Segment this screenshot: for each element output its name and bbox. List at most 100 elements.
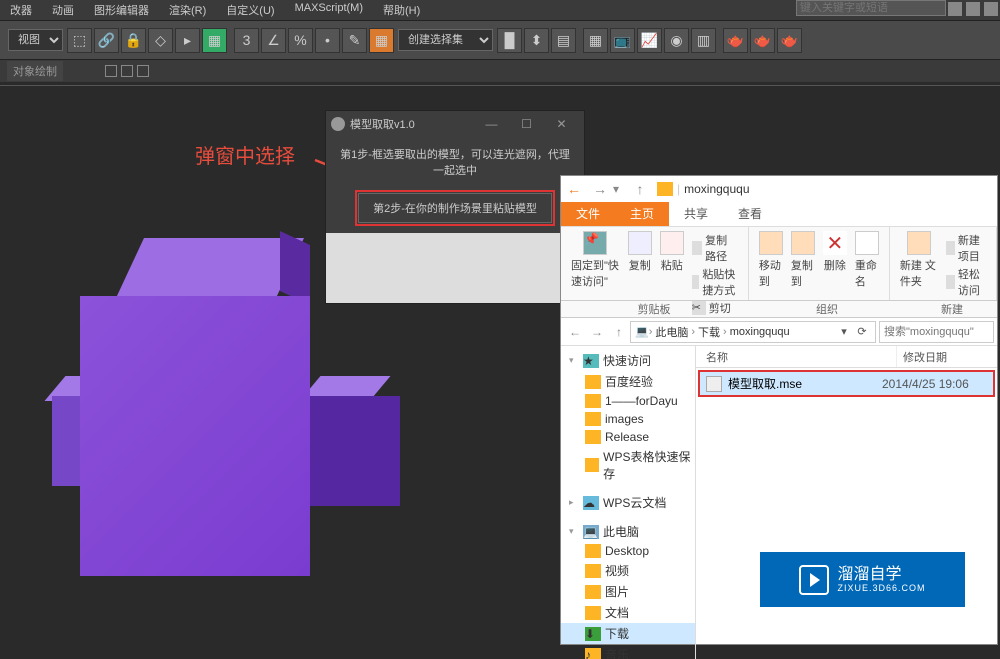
tab-share[interactable]: 共享 (669, 202, 723, 226)
up-button[interactable]: ↑ (627, 176, 653, 202)
selection-set-dropdown[interactable]: 创建选择集 (398, 29, 493, 51)
help-icon[interactable] (966, 2, 980, 16)
new-item-button[interactable]: 新建项目 (946, 231, 986, 265)
display-icon[interactable]: 📺 (610, 28, 635, 53)
explorer-nav-pane[interactable]: ▾★快速访问 百度经验 1——forDayu images Release WP… (561, 346, 696, 659)
tab-view[interactable]: 查看 (723, 202, 777, 226)
file-row[interactable]: 模型取取.mse 2014/4/25 19:06 (698, 370, 995, 397)
tool-orange-icon[interactable]: ▦ (369, 28, 394, 53)
addr-dropdown[interactable]: ▾ (835, 325, 853, 338)
tool-flag-icon[interactable]: ▸ (175, 28, 200, 53)
easy-access-button[interactable]: 轻松访问 (946, 265, 986, 299)
history-dropdown[interactable]: ▾ (613, 182, 627, 196)
sec-box3[interactable] (137, 65, 149, 77)
file-name: 模型取取.mse (728, 375, 882, 392)
layers-icon[interactable]: ▦ (583, 28, 608, 53)
delete-button[interactable]: ✕删除 (819, 229, 851, 275)
tab-file[interactable]: 文件 (561, 202, 615, 226)
addr-up[interactable]: ↑ (608, 321, 630, 343)
pc-icon: 💻 (635, 325, 649, 338)
nav-downloads[interactable]: ⬇下载 (561, 623, 695, 644)
snap-3-icon[interactable]: 3 (234, 28, 259, 53)
teapot3-icon[interactable]: 🫖 (777, 28, 802, 53)
crumb-folder[interactable]: moxingququ (727, 326, 793, 338)
addr-refresh[interactable]: ⟳ (853, 325, 871, 338)
col-date[interactable]: 修改日期 (897, 346, 997, 367)
nav-desktop[interactable]: Desktop (561, 542, 695, 560)
rename-button[interactable]: 重命名 (851, 229, 883, 291)
menu-render[interactable]: 渲染(R) (159, 0, 216, 20)
column-headers[interactable]: 名称 修改日期 (696, 346, 997, 368)
nav-documents[interactable]: 文档 (561, 602, 695, 623)
view-dropdown[interactable]: 视图 (8, 29, 63, 51)
copy-path-button[interactable]: 复制路径 (692, 231, 738, 265)
tool-link-icon[interactable]: 🔗 (94, 28, 119, 53)
tool-lock-icon[interactable]: 🔒 (121, 28, 146, 53)
copyto-button[interactable]: 复制到 (787, 229, 819, 291)
close-button[interactable]: ✕ (544, 117, 579, 131)
paste-shortcut-button[interactable]: 粘贴快捷方式 (692, 265, 738, 299)
teapot2-icon[interactable]: 🫖 (750, 28, 775, 53)
tool-axis-icon[interactable]: ◇ (148, 28, 173, 53)
mirror-h-icon[interactable]: ▐▌ (497, 28, 522, 53)
nav-videos[interactable]: 视频 (561, 560, 695, 581)
nav-folder-3[interactable]: images (561, 410, 695, 428)
crumb-thispc[interactable]: 此电脑 (652, 324, 691, 340)
titlebar-folder-icon (657, 182, 673, 196)
plugin-dialog: 模型取取v1.0 — ☐ ✕ 第1步-框选要取出的模型，可以连光遮网，代理一起选… (325, 110, 585, 304)
crumb-downloads[interactable]: 下载 (695, 324, 723, 340)
new-folder-button[interactable]: 新建 文件夹 (896, 229, 942, 291)
nav-cloud[interactable]: ▸☁WPS云文档 (561, 492, 695, 513)
menu-modifier[interactable]: 改器 (0, 0, 42, 20)
dialog-titlebar[interactable]: 模型取取v1.0 — ☐ ✕ (326, 111, 584, 136)
nav-thispc[interactable]: ▾💻此电脑 (561, 521, 695, 542)
explorer-titlebar[interactable]: ← → ▾ ↑ | moxingququ (561, 176, 997, 202)
material-icon[interactable]: ◉ (664, 28, 689, 53)
moveto-button[interactable]: 移动到 (755, 229, 787, 291)
tool-edit-icon[interactable]: ✎ (342, 28, 367, 53)
tool-frame-icon[interactable]: ⬚ (67, 28, 92, 53)
teapot-icon[interactable]: 🫖 (723, 28, 748, 53)
render-setup-icon[interactable]: ▥ (691, 28, 716, 53)
menu-grapheditor[interactable]: 图形编辑器 (84, 0, 159, 20)
addr-fwd[interactable]: → (586, 321, 608, 343)
menu-custom[interactable]: 自定义(U) (216, 0, 284, 20)
tool-select-icon[interactable]: ▦ (202, 28, 227, 53)
search-icon[interactable] (948, 2, 962, 16)
forward-button[interactable]: → (587, 176, 613, 202)
watermark-text: 溜溜自学 (837, 566, 925, 584)
menu-animation[interactable]: 动画 (42, 0, 84, 20)
account-icon[interactable] (984, 2, 998, 16)
menu-help[interactable]: 帮助(H) (373, 0, 430, 20)
nav-folder-1[interactable]: 百度经验 (561, 371, 695, 392)
addr-back[interactable]: ← (564, 321, 586, 343)
step2-button[interactable]: 第2步-在你的制作场景里粘贴模型 (358, 193, 552, 223)
search-input[interactable] (796, 0, 946, 16)
nav-pictures[interactable]: 图片 (561, 581, 695, 602)
snap-angle-icon[interactable]: ∠ (261, 28, 286, 53)
col-name[interactable]: 名称 (696, 346, 897, 367)
snap-node-icon[interactable]: • (315, 28, 340, 53)
align-icon[interactable]: ▤ (551, 28, 576, 53)
address-bar[interactable]: 💻 › 此电脑 › 下载 › moxingququ ▾ ⟳ (630, 321, 876, 343)
tab-home[interactable]: 主页 (615, 202, 669, 226)
explorer-search-input[interactable] (879, 321, 994, 343)
minimize-button[interactable]: — (474, 117, 509, 131)
menu-maxscript[interactable]: MAXScript(M) (285, 0, 373, 20)
nav-folder-2[interactable]: 1——forDayu (561, 392, 695, 410)
graph-icon[interactable]: 📈 (637, 28, 662, 53)
sec-box2[interactable] (121, 65, 133, 77)
ribbon-clipboard-group: 📌固定到"快 速访问" 复制 粘贴 复制路径 粘贴快捷方式 ✂剪切 (561, 227, 749, 300)
maximize-button[interactable]: ☐ (509, 117, 544, 131)
explorer-file-list[interactable]: 名称 修改日期 模型取取.mse 2014/4/25 19:06 (696, 346, 997, 659)
snap-percent-icon[interactable]: % (288, 28, 313, 53)
back-button[interactable]: ← (561, 176, 587, 202)
mirror-v-icon[interactable]: ⬍ (524, 28, 549, 53)
nav-music[interactable]: ♪音乐 (561, 644, 695, 659)
nav-quick-access[interactable]: ▾★快速访问 (561, 350, 695, 371)
nav-folder-4[interactable]: Release (561, 428, 695, 446)
mode-object-paint[interactable]: 对象绘制 (7, 61, 63, 81)
nav-folder-5[interactable]: WPS表格快速保存 (561, 446, 695, 484)
sec-box1[interactable] (105, 65, 117, 77)
snap-angle-group: 3 ∠ % • (233, 28, 341, 53)
